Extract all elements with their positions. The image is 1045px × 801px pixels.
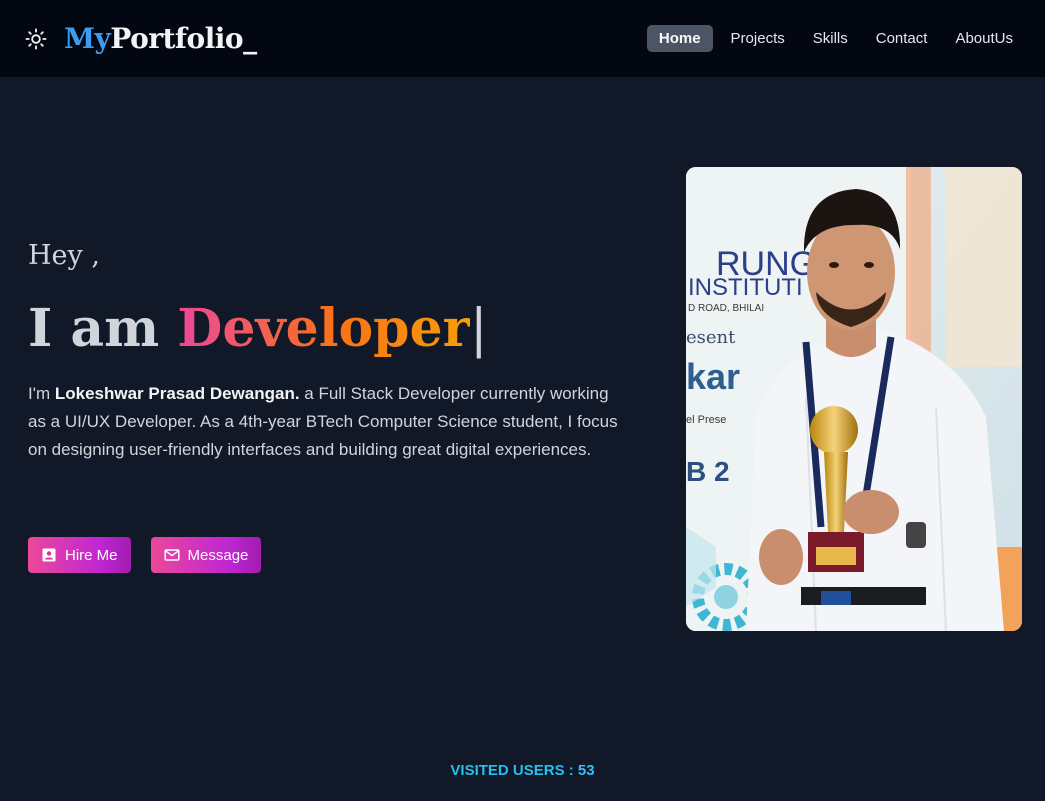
poster-text-institute: INSTITUTI: [688, 274, 803, 301]
nav-link-skills[interactable]: Skills: [803, 24, 858, 53]
poster-text-kar: kar: [686, 356, 740, 397]
brand-logo[interactable]: MyPortfolio_: [64, 22, 257, 55]
nav-link-contact[interactable]: Contact: [866, 24, 938, 53]
poster-text-road: D ROAD, BHILAI: [688, 303, 764, 314]
hero-section: Hey , I am Developer| I'm Lokeshwar Pras…: [28, 240, 628, 481]
contact-card-icon: [41, 547, 57, 563]
navbar: MyPortfolio_ Home Projects Skills Contac…: [0, 0, 1045, 77]
typing-cursor: |: [470, 299, 488, 359]
nav-links: Home Projects Skills Contact AboutUs: [645, 24, 1023, 53]
nav-link-home[interactable]: Home: [646, 25, 713, 52]
hero-greeting: Hey ,: [28, 240, 100, 271]
hero-headline: I am Developer|: [28, 296, 628, 362]
message-label: Message: [187, 546, 249, 564]
hire-me-label: Hire Me: [65, 546, 118, 564]
hire-me-button[interactable]: Hire Me: [28, 537, 131, 573]
poster-text-b2: B 2: [686, 456, 730, 487]
hero-intro: I'm Lokeshwar Prasad Dewangan. a Full St…: [28, 380, 618, 464]
poster-text-prese: el Prese: [686, 414, 726, 426]
headline-prefix: I am: [28, 298, 160, 359]
brand-rest: Portfolio_: [110, 22, 257, 55]
visited-users-count: 53: [577, 762, 595, 779]
mail-icon: [163, 547, 180, 563]
hero-buttons: Hire Me Message: [28, 537, 262, 573]
headline-role: Developer: [177, 298, 471, 359]
poster-text-present: esent: [686, 327, 736, 348]
nav-link-aboutus[interactable]: AboutUs: [945, 24, 1023, 53]
visited-users-label: VISITED USERS :: [450, 762, 574, 779]
visited-users-counter: VISITED USERS : 53: [0, 762, 1045, 779]
brand-prefix: My: [64, 22, 111, 55]
intro-name: Lokeshwar Prasad Dewangan.: [54, 384, 300, 403]
nav-link-projects[interactable]: Projects: [721, 24, 795, 53]
sun-icon[interactable]: [24, 27, 48, 51]
intro-prefix: I'm: [28, 384, 55, 403]
message-button[interactable]: Message: [150, 537, 262, 573]
profile-photo: RUNG INSTITUTI D ROAD, BHILAI esent kar …: [686, 167, 1022, 631]
